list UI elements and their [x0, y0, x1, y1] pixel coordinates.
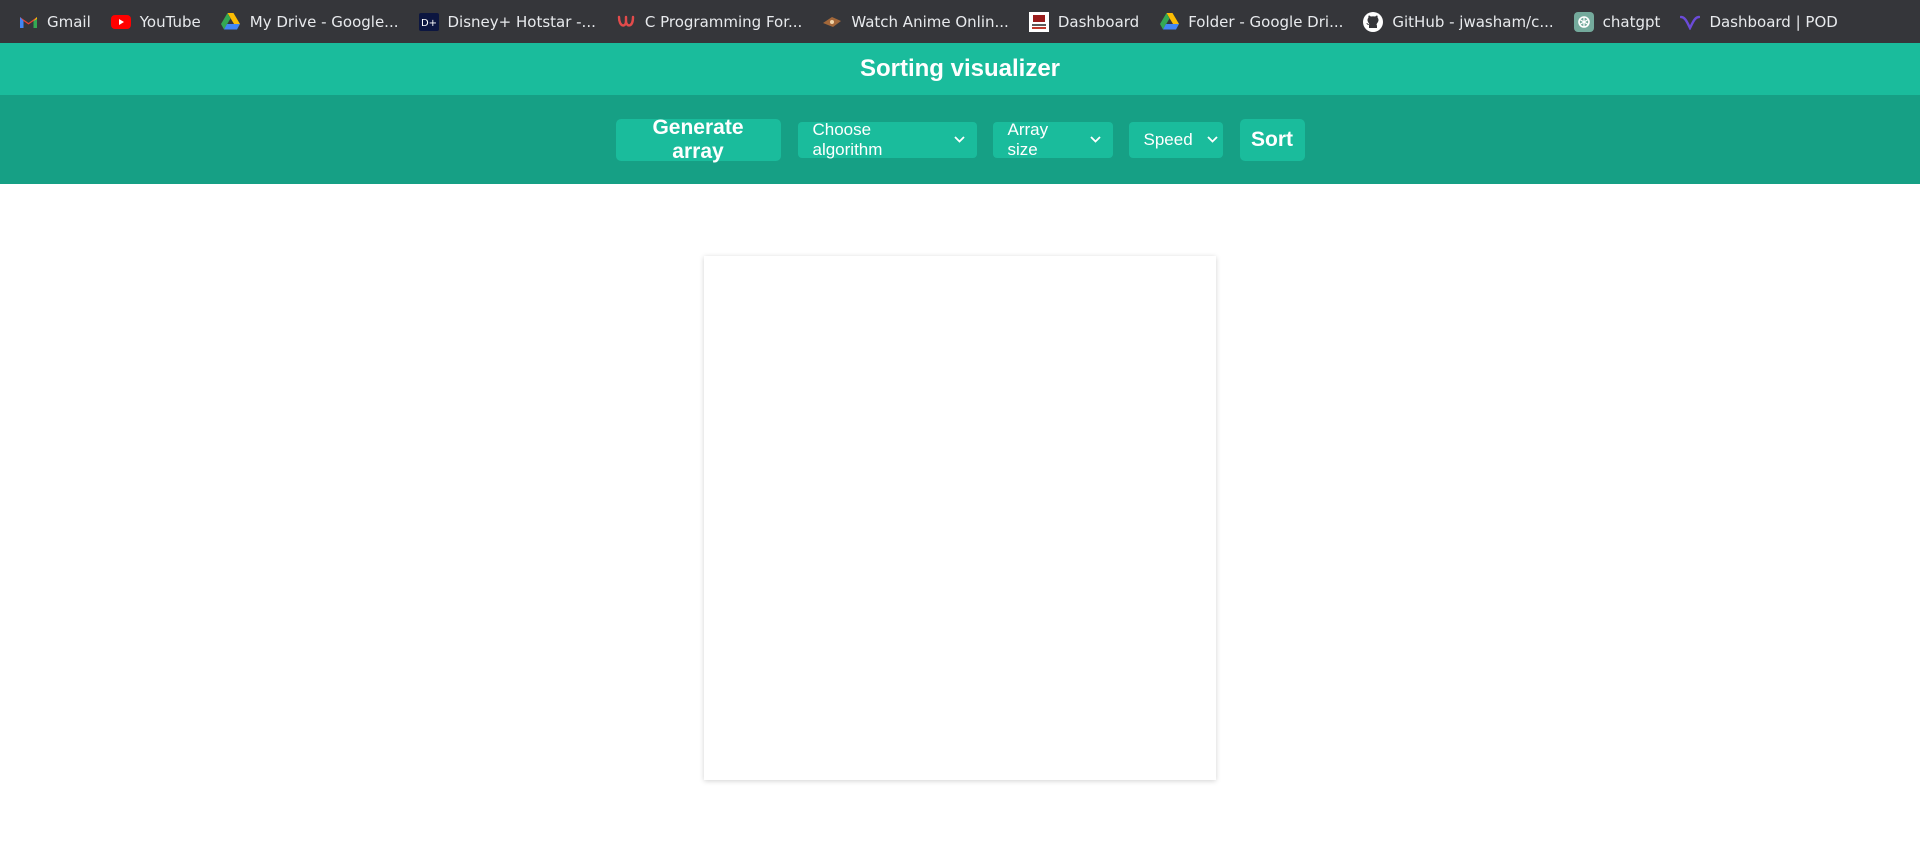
svg-text:D+: D+ — [420, 18, 436, 29]
main-area — [0, 184, 1920, 867]
bookmark-label: Dashboard | POD — [1709, 12, 1838, 31]
bookmark-label: C Programming For... — [644, 12, 803, 31]
app-header: Sorting visualizer — [0, 43, 1920, 95]
bookmark-label: chatgpt — [1602, 12, 1661, 31]
generate-array-button[interactable]: Generate array — [615, 116, 781, 163]
array-canvas — [704, 256, 1216, 780]
bookmark-hotstar[interactable]: D+ Disney+ Hotstar -... — [418, 6, 606, 38]
bookmark-c-programming[interactable]: C Programming For... — [616, 6, 812, 38]
youtube-icon — [110, 12, 131, 32]
bookmark-label: Disney+ Hotstar -... — [447, 12, 596, 31]
speed-select[interactable]: Speed — [1128, 121, 1223, 158]
bookmarks-bar: Gmail YouTube My Drive - Google... D+ Di… — [0, 0, 1920, 43]
bookmark-label: YouTube — [139, 12, 201, 31]
bookmark-dashboard[interactable]: Dashboard — [1028, 6, 1149, 38]
bookmark-label: Gmail — [47, 12, 91, 31]
pod-icon — [1680, 12, 1701, 32]
algorithm-select[interactable]: Choose algorithm — [797, 119, 977, 159]
bookmark-gmail[interactable]: Gmail — [18, 6, 101, 38]
udemy-icon — [616, 12, 636, 32]
chatgpt-icon — [1573, 11, 1594, 32]
google-drive-icon — [1159, 12, 1179, 32]
speed-select-value: Speed — [1143, 129, 1193, 149]
array-size-select[interactable]: Array size — [992, 119, 1113, 159]
bookmark-pod[interactable]: Dashboard | POD — [1680, 6, 1847, 38]
bookmark-label: GitHub - jwasham/c... — [1392, 12, 1554, 31]
bookmark-label: Folder - Google Dri... — [1188, 12, 1344, 31]
anime-site-icon — [822, 12, 842, 32]
bookmark-label: Dashboard — [1057, 12, 1140, 31]
gmail-icon — [18, 12, 38, 32]
algorithm-select-value: Choose algorithm — [812, 119, 883, 159]
bookmark-my-drive[interactable]: My Drive - Google... — [221, 6, 409, 38]
sort-button[interactable]: Sort — [1239, 118, 1305, 161]
chevron-down-icon — [953, 136, 965, 143]
dashboard-site-icon — [1028, 11, 1049, 32]
bookmark-label: Watch Anime Onlin... — [851, 12, 1009, 31]
bookmark-label: My Drive - Google... — [249, 12, 399, 31]
toolbar: Generate array Choose algorithm Array si… — [0, 95, 1920, 184]
bookmark-chatgpt[interactable]: chatgpt — [1573, 6, 1671, 38]
bookmark-github[interactable]: GitHub - jwasham/c... — [1363, 6, 1563, 38]
bookmark-anime[interactable]: Watch Anime Onlin... — [822, 6, 1018, 38]
hotstar-icon: D+ — [418, 12, 439, 32]
chevron-down-icon — [1207, 136, 1218, 143]
bookmark-youtube[interactable]: YouTube — [110, 6, 211, 38]
page-title: Sorting visualizer — [859, 55, 1061, 82]
array-size-select-value: Array size — [1007, 119, 1049, 159]
chevron-down-icon — [1089, 136, 1101, 143]
bookmark-folder-drive[interactable]: Folder - Google Dri... — [1159, 6, 1353, 38]
github-icon — [1363, 11, 1384, 32]
google-drive-icon — [221, 12, 241, 32]
